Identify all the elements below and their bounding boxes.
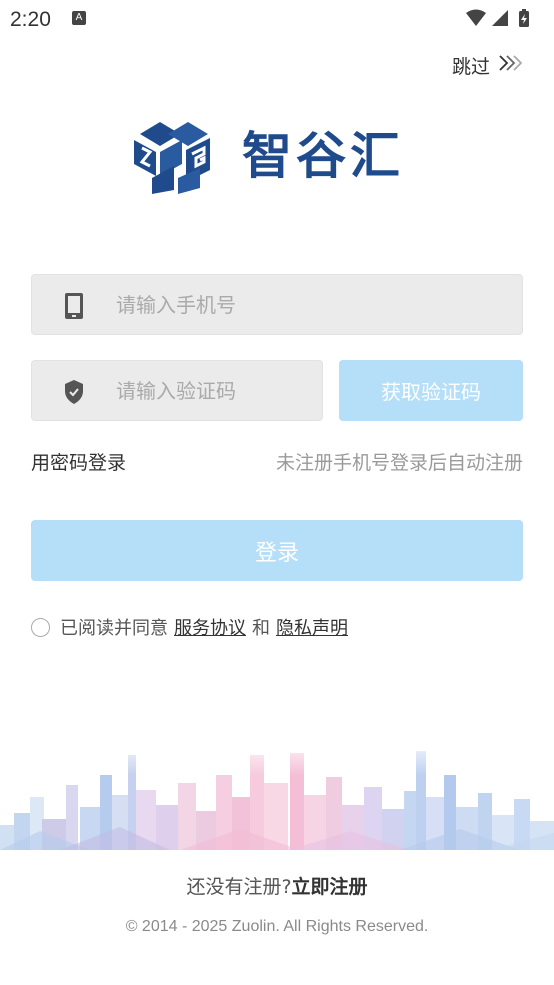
agree-radio[interactable]: [31, 617, 50, 637]
verification-code-field[interactable]: [31, 360, 323, 421]
brand-name: 智谷汇: [242, 127, 404, 185]
privacy-policy-link[interactable]: 隐私声明: [276, 614, 348, 640]
brand-logo: 智谷汇: [134, 118, 424, 194]
signal-icon: [492, 10, 508, 26]
cube-logo-icon: [134, 118, 214, 194]
agreement-joiner: 和: [252, 618, 270, 639]
city-skyline-illustration: [0, 735, 554, 850]
verification-code-input[interactable]: [116, 361, 316, 420]
no-account-text: 还没有注册?: [186, 876, 292, 898]
agreement-prefix: 已阅读并同意: [60, 618, 168, 639]
triple-chevron-right-icon: [498, 54, 524, 76]
status-time: 2:20: [10, 8, 51, 31]
wifi-icon: [466, 9, 486, 26]
shield-check-icon: [62, 378, 86, 406]
agreement-row: 已阅读并同意 服务协议 和 隐私声明: [31, 614, 354, 640]
password-login-link[interactable]: 用密码登录: [31, 448, 126, 475]
notification-icon: A: [72, 11, 86, 25]
phone-input[interactable]: [116, 275, 496, 334]
status-bar: 2:20 A: [0, 0, 554, 40]
skip-button[interactable]: 跳过: [452, 52, 524, 78]
copyright: © 2014 - 2025 Zuolin. All Rights Reserve…: [125, 918, 429, 935]
login-button[interactable]: 登录: [31, 520, 523, 581]
service-agreement-link[interactable]: 服务协议: [174, 614, 246, 640]
register-link[interactable]: 立即注册: [292, 876, 368, 898]
phone-field[interactable]: [31, 274, 523, 335]
auto-register-hint: 未注册手机号登录后自动注册: [275, 452, 523, 474]
footer: 还没有注册?立即注册 © 2014 - 2025 Zuolin. All Rig…: [0, 850, 554, 985]
skip-label: 跳过: [451, 55, 490, 78]
register-prompt: 还没有注册?立即注册: [0, 872, 554, 899]
get-code-button[interactable]: 获取验证码: [339, 360, 523, 421]
battery-icon: [519, 9, 529, 27]
phone-icon: [62, 292, 86, 320]
status-icons: [464, 8, 544, 30]
